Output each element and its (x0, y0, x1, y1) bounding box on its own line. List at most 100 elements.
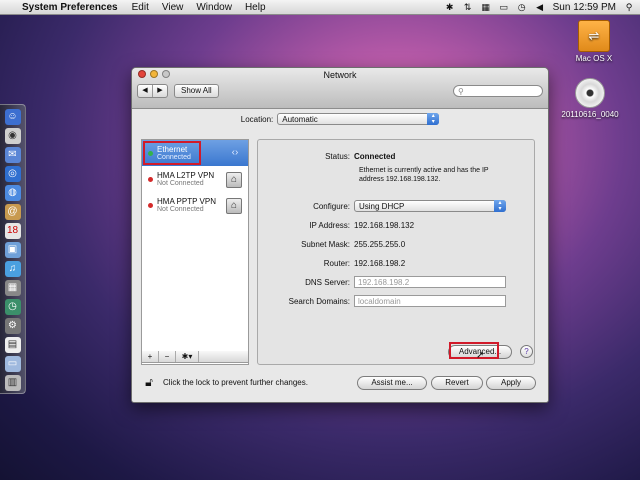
remove-service-button[interactable]: − (159, 351, 176, 362)
service-text: HMA PPTP VPN Not Connected (157, 197, 216, 213)
service-text: HMA L2TP VPN Not Connected (157, 171, 214, 187)
configure-popup[interactable]: Using DHCP ▴ ▾ (354, 200, 506, 212)
mail-icon[interactable]: ✉ (4, 147, 21, 163)
finder-icon[interactable]: ☺ (4, 109, 21, 125)
detail-pane: Status: Connected Ethernet is currently … (257, 139, 535, 365)
vpn-lock-icon: ⌂ (226, 198, 242, 214)
add-service-button[interactable]: + (142, 351, 159, 362)
status-dot-icon (148, 202, 153, 208)
desktop-item-drive[interactable]: ⇌ Mac OS X (556, 20, 632, 63)
nav-buttons: ◀ ▶ (137, 84, 168, 98)
subnet-row: Subnet Mask: 255.255.255.0 (258, 240, 534, 249)
time-machine-dock-icon[interactable]: ◷ (4, 299, 21, 315)
router-row: Router: 192.168.198.2 (258, 259, 534, 268)
desktop-item-label: Mac OS X (575, 54, 613, 63)
location-popup[interactable]: Automatic ▴ ▾ (277, 113, 440, 125)
battery-icon[interactable]: ▭ (499, 2, 509, 12)
window-title: Network (323, 70, 357, 80)
volume-icon[interactable]: ◀ (535, 2, 545, 12)
service-name: Ethernet (157, 145, 188, 154)
location-row: Location: Automatic ▴ ▾ (132, 113, 548, 125)
menu-help[interactable]: Help (245, 2, 266, 13)
hard-drive-icon: ⇌ (578, 20, 610, 52)
popup-arrows-icon: ▴ ▾ (427, 113, 440, 125)
window-titlebar: Network ◀ ▶ Show All ⚲ (132, 68, 548, 109)
system-preferences-icon[interactable]: ⚙ (4, 318, 21, 334)
service-list-controls: + − ✱▾ (141, 351, 249, 363)
action-menu-button[interactable]: ✱▾ (176, 351, 199, 362)
service-name: HMA PPTP VPN (157, 197, 216, 206)
search-field[interactable]: ⚲ (453, 85, 543, 97)
preview-icon[interactable]: ▣ (4, 242, 21, 258)
dns-server-field[interactable]: 192.168.198.2 (354, 276, 506, 288)
status-label: Status: (325, 152, 350, 161)
menu-edit[interactable]: Edit (132, 2, 149, 13)
spaces-icon[interactable]: ▦ (4, 280, 21, 296)
assist-me-button[interactable]: Assist me... (357, 376, 427, 390)
mouse-cursor-icon: ➚ (476, 350, 485, 361)
document-icon[interactable]: ▤ (4, 337, 21, 353)
search-domains-row: Search Domains: localdomain (258, 295, 534, 307)
ichat-icon[interactable]: ◍ (4, 185, 21, 201)
bluetooth-icon[interactable]: ✱ (445, 2, 455, 12)
time-machine-icon[interactable]: ◷ (517, 2, 527, 12)
status-row: Status: Connected (258, 152, 534, 161)
service-item-ethernet[interactable]: Ethernet Connected ‹› (142, 140, 248, 166)
menu-app-name[interactable]: System Preferences (22, 2, 118, 13)
configure-value: Using DHCP (359, 202, 405, 211)
configure-label: Configure: (313, 201, 350, 211)
spotlight-icon[interactable]: ⚲ (624, 2, 634, 12)
subnet-value: 255.255.255.0 (354, 240, 406, 249)
help-button[interactable]: ? (520, 345, 533, 358)
ical-icon[interactable]: 18 (4, 223, 21, 239)
dashboard-icon[interactable]: ◉ (4, 128, 21, 144)
service-status: Not Connected (157, 180, 204, 187)
dock: ☺ ◉ ✉ ◎ ◍ @ 18 ▣ ♫ ▦ ◷ ⚙ ▤ ▭ ▥ (0, 104, 26, 394)
service-text: Ethernet Connected (157, 145, 191, 161)
service-item-hma-l2tp[interactable]: HMA L2TP VPN Not Connected ⌂ (142, 166, 248, 192)
search-icon: ⚲ (458, 86, 464, 96)
dns-row: DNS Server: 192.168.198.2 (258, 276, 534, 288)
apply-button[interactable]: Apply (486, 376, 536, 390)
status-dot-icon (148, 176, 153, 182)
ethernet-arrows-icon: ‹› (231, 147, 239, 158)
address-book-icon[interactable]: @ (4, 204, 21, 220)
status-description-line2: address 192.168.198.132. (359, 176, 441, 183)
search-domains-field[interactable]: localdomain (354, 295, 506, 307)
show-all-button[interactable]: Show All (174, 84, 219, 98)
network-icon[interactable]: ⇅ (463, 2, 473, 12)
location-value: Automatic (282, 115, 318, 124)
status-dot-icon (148, 150, 153, 156)
lock-icon[interactable]: 🔓︎ (142, 375, 156, 389)
network-window: Network ◀ ▶ Show All ⚲ Location: Automat… (131, 67, 549, 403)
subnet-label: Subnet Mask: (301, 240, 350, 249)
itunes-icon[interactable]: ♫ (4, 261, 21, 277)
menu-view[interactable]: View (162, 2, 184, 13)
router-value: 192.168.198.2 (354, 259, 406, 268)
safari-icon[interactable]: ◎ (4, 166, 21, 182)
status-description-line1: Ethernet is currently active and has the… (359, 167, 489, 174)
keyboard-icon[interactable]: ▦ (481, 2, 491, 12)
ip-label: IP Address: (309, 221, 350, 230)
folder-icon[interactable]: ▭ (4, 356, 21, 372)
menu-window[interactable]: Window (196, 2, 232, 13)
service-item-hma-pptp[interactable]: HMA PPTP VPN Not Connected ⌂ (142, 192, 248, 218)
router-label: Router: (323, 259, 350, 268)
trash-icon[interactable]: ▥ (4, 375, 21, 391)
menu-clock[interactable]: Sun 12:59 PM (553, 2, 616, 13)
popup-arrows-icon: ▴ ▾ (494, 200, 506, 212)
ip-value: 192.168.198.132 (354, 221, 415, 230)
menu-bar: System Preferences Edit View Window Help… (0, 0, 640, 15)
desktop-item-label: 20110616_0040 (561, 110, 619, 119)
search-domains-label: Search Domains: (288, 296, 350, 306)
window-footer: 🔓︎ Click the lock to prevent further cha… (132, 370, 548, 400)
forward-arrow-icon[interactable]: ▶ (152, 85, 167, 97)
service-status: Not Connected (157, 206, 204, 213)
revert-button[interactable]: Revert (431, 376, 483, 390)
location-label: Location: (240, 114, 274, 124)
service-name: HMA L2TP VPN (157, 171, 215, 180)
back-arrow-icon[interactable]: ◀ (138, 85, 152, 97)
ip-row: IP Address: 192.168.198.132 (258, 221, 534, 230)
desktop-item-disc[interactable]: 20110616_0040 (552, 78, 628, 119)
service-list: Ethernet Connected ‹› HMA L2TP VPN Not C… (141, 139, 249, 365)
